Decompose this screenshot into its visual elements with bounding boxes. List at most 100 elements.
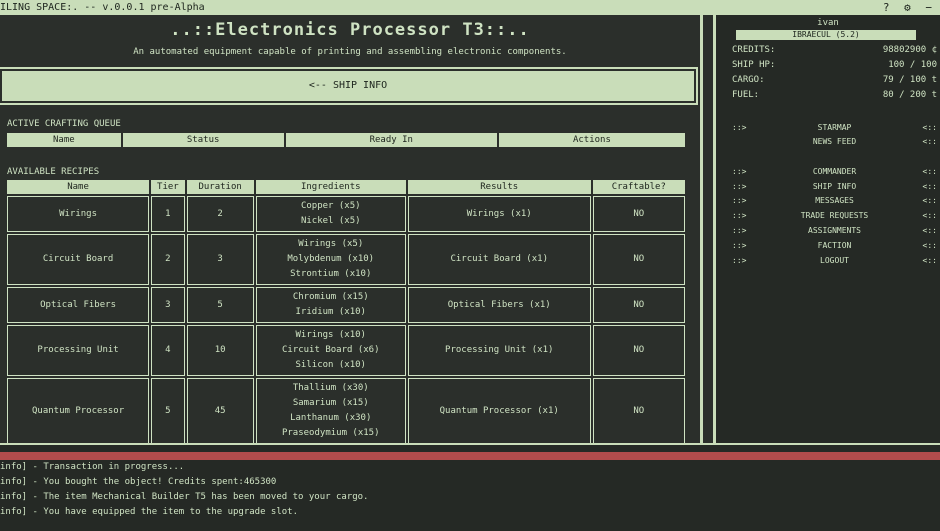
recipe-name: Processing Unit: [7, 325, 150, 376]
stat-value: 100 / 100: [888, 60, 937, 70]
help-icon[interactable]: ?: [883, 1, 894, 14]
recipe-tier: 1: [151, 196, 185, 232]
nav-arrow-right: <::: [922, 226, 937, 235]
ingredient: Copper (x5): [300, 201, 361, 211]
recipes-col-ingredients: Ingredients: [255, 180, 406, 194]
recipe-name: Circuit Board: [7, 234, 150, 285]
nav-arrow-right: <::: [922, 167, 937, 176]
recipe-name: Wirings: [7, 196, 150, 232]
ingredient: Molybdenum (x10): [287, 254, 375, 264]
recipe-duration: 45: [186, 378, 254, 444]
ingredient: Silicon (x10): [295, 360, 366, 370]
recipe-craftable: NO: [592, 196, 685, 232]
recipes-col-tier: Tier: [151, 180, 185, 194]
main-panel: ..::Electronics Processor T3::.. An auto…: [0, 15, 703, 444]
nav-faction[interactable]: ::> FACTION <::: [732, 241, 937, 253]
recipes-col-duration: Duration: [186, 180, 254, 194]
nav-label: LOGOUT: [820, 256, 849, 265]
log-line: info] - You bought the object! Credits s…: [0, 477, 277, 487]
nav-messages[interactable]: ::> MESSAGES <::: [732, 196, 937, 208]
nav-ship-info[interactable]: ::> SHIP INFO <::: [732, 182, 937, 194]
recipes-col-results: Results: [407, 180, 591, 194]
table-row: Wirings 1 2 Copper (x5) Nickel (x5) Wiri…: [7, 196, 685, 232]
recipe-ingredients: Chromium (x15) Iridium (x10): [255, 287, 406, 323]
stat-label: CARGO:: [732, 75, 765, 85]
recipe-results: Circuit Board (x1): [407, 234, 591, 285]
nav-label: MESSAGES: [815, 196, 854, 205]
stat-label: FUEL:: [732, 90, 760, 100]
stat-ship-hp: SHIP HP: 100 / 100: [732, 60, 937, 70]
ingredient: Circuit Board (x6): [281, 345, 380, 355]
ingredient: Iridium (x10): [295, 307, 366, 317]
recipe-results: Wirings (x1): [407, 196, 591, 232]
recipe-tier: 4: [151, 325, 185, 376]
recipe-ingredients: Copper (x5) Nickel (x5): [255, 196, 406, 232]
title-bar: ILING SPACE:. -- v.0.0.1 pre-Alpha ? ⚙ −: [0, 0, 940, 15]
nav-commander[interactable]: ::> COMMANDER <::: [732, 167, 937, 179]
nav-logout[interactable]: ::> LOGOUT <::: [732, 256, 937, 268]
recipe-duration: 3: [186, 234, 254, 285]
username: ivan: [817, 18, 839, 28]
nav-arrow-right: <::: [922, 137, 937, 146]
log-line: info] - The item Mechanical Builder T5 h…: [0, 492, 369, 502]
window-controls: ? ⚙ −: [883, 0, 936, 15]
nav-label: COMMANDER: [812, 167, 857, 176]
log-line: info] - Transaction in progress...: [0, 462, 185, 472]
nav-arrow-right: <::: [922, 211, 937, 220]
recipe-name: Quantum Processor: [7, 378, 150, 444]
ingredient: Nickel (x5): [300, 216, 361, 226]
recipe-ingredients: Wirings (x10) Circuit Board (x6) Silicon…: [255, 325, 406, 376]
recipe-results: Optical Fibers (x1): [407, 287, 591, 323]
recipe-duration: 2: [186, 196, 254, 232]
table-row: Processing Unit 4 10 Wirings (x10) Circu…: [7, 325, 685, 376]
crafting-queue-table: Name Status Ready In Actions: [5, 131, 687, 149]
window-title: ILING SPACE:. -- v.0.0.1 pre-Alpha: [0, 2, 205, 13]
table-row: Optical Fibers 3 5 Chromium (x15) Iridiu…: [7, 287, 685, 323]
main-scrollbar[interactable]: [703, 15, 716, 443]
recipes-label: AVAILABLE RECIPES: [7, 167, 100, 177]
stat-value: 98802900 ¢: [882, 45, 937, 55]
error-line: [0, 452, 940, 460]
recipe-ingredients: Thallium (x30) Samarium (x15) Lanthanum …: [255, 378, 406, 444]
nav-arrow-right: <::: [922, 256, 937, 265]
stat-value: 80 / 200 t: [882, 90, 937, 100]
nav-starmap[interactable]: ::> STARMAP <::: [732, 123, 937, 135]
nav-news-feed[interactable]: NEWS FEED <::: [732, 137, 937, 149]
nav-label: NEWS FEED: [812, 137, 857, 146]
recipe-results: Quantum Processor (x1): [407, 378, 591, 444]
queue-col-ready: Ready In: [285, 133, 497, 147]
nav-assignments[interactable]: ::> ASSIGNMENTS <::: [732, 226, 937, 238]
stat-cargo: CARGO: 79 / 100 t: [732, 75, 937, 85]
nav-label: STARMAP: [817, 123, 852, 132]
log-line: info] - You have equipped the item to th…: [0, 507, 299, 517]
queue-col-status: Status: [122, 133, 284, 147]
ingredient: Wirings (x5): [298, 239, 364, 249]
recipe-craftable: NO: [592, 287, 685, 323]
nav-arrow-right: <::: [922, 196, 937, 205]
recipe-name: Optical Fibers: [7, 287, 150, 323]
recipe-tier: 5: [151, 378, 185, 444]
nav-trade-requests[interactable]: ::> TRADE REQUESTS <::: [732, 211, 937, 223]
ingredient: Samarium (x15): [292, 398, 369, 408]
minimize-icon[interactable]: −: [925, 1, 936, 14]
ingredient: Thallium (x30): [292, 383, 369, 393]
ingredient: Chromium (x15): [292, 292, 369, 302]
back-to-ship-info-button[interactable]: <-- SHIP INFO: [0, 67, 698, 105]
recipe-craftable: NO: [592, 325, 685, 376]
recipes-col-name: Name: [7, 180, 150, 194]
side-panel: ivan IBRAECUL (5.2) CREDITS: 98802900 ¢ …: [716, 15, 940, 443]
queue-col-actions: Actions: [498, 133, 685, 147]
recipe-ingredients: Wirings (x5) Molybdenum (x10) Strontium …: [255, 234, 406, 285]
ingredient: Lanthanum (x30): [290, 413, 372, 423]
recipes-col-craftable: Craftable?: [592, 180, 685, 194]
gear-icon[interactable]: ⚙: [904, 1, 915, 14]
stat-fuel: FUEL: 80 / 200 t: [732, 90, 937, 100]
nav-arrow-right: <::: [922, 123, 937, 132]
ingredient: Praseodymium (x15): [281, 428, 380, 438]
faction-badge: IBRAECUL (5.2): [736, 30, 916, 40]
stat-label: SHIP HP:: [732, 60, 776, 70]
recipe-results: Processing Unit (x1): [407, 325, 591, 376]
nav-label: FACTION: [817, 241, 852, 250]
recipe-craftable: NO: [592, 378, 685, 444]
queue-col-name: Name: [7, 133, 121, 147]
